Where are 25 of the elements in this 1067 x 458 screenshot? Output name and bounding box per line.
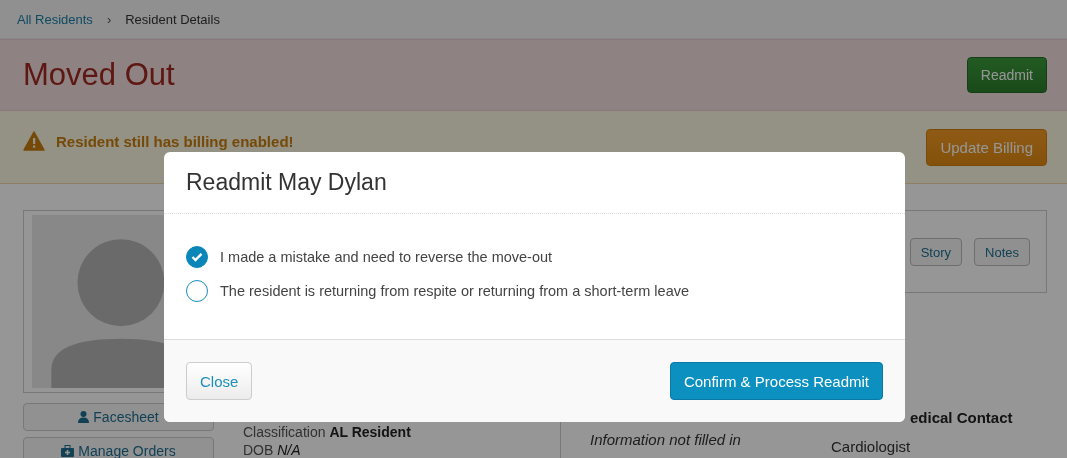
breadcrumb-link[interactable]: All Residents	[17, 11, 93, 27]
panel-button[interactable]: Notes	[974, 238, 1030, 266]
readmit-button[interactable]: Readmit	[966, 57, 1047, 93]
dob-text: DOB N/A	[243, 442, 302, 458]
update-billing-button[interactable]: Update Billing	[926, 128, 1047, 166]
sidebar-button[interactable]: Manage Orders	[23, 437, 214, 458]
breadcrumb-current: Resident Details	[125, 11, 220, 27]
contact-value: Cardiologist	[831, 438, 912, 455]
dialog-title: Readmit May Dylan	[186, 169, 387, 196]
radio-button[interactable]	[186, 246, 208, 268]
option-label: The resident is returning from respite or returning from a short-term leave	[220, 283, 690, 299]
warning-icon	[23, 131, 45, 151]
option-label: I made a mistake and need to reverse the move-out	[220, 249, 553, 265]
check-icon	[191, 252, 203, 262]
panel-button[interactable]: Story	[909, 238, 963, 266]
confirm-button[interactable]: Confirm & Process Readmit	[669, 362, 883, 400]
status-title: Moved Out	[23, 57, 175, 93]
classification-text: Classification AL Resident	[243, 424, 412, 440]
breadcrumb-separator: ›	[106, 11, 112, 27]
empty-info-text: Information not filled in	[590, 431, 741, 448]
contact-heading: edical Contact	[910, 409, 1013, 426]
close-button[interactable]: Close	[186, 362, 253, 400]
warning-message: Resident still has billing enabled!	[56, 132, 295, 150]
medkit-icon	[61, 445, 75, 457]
person-icon	[78, 411, 90, 423]
